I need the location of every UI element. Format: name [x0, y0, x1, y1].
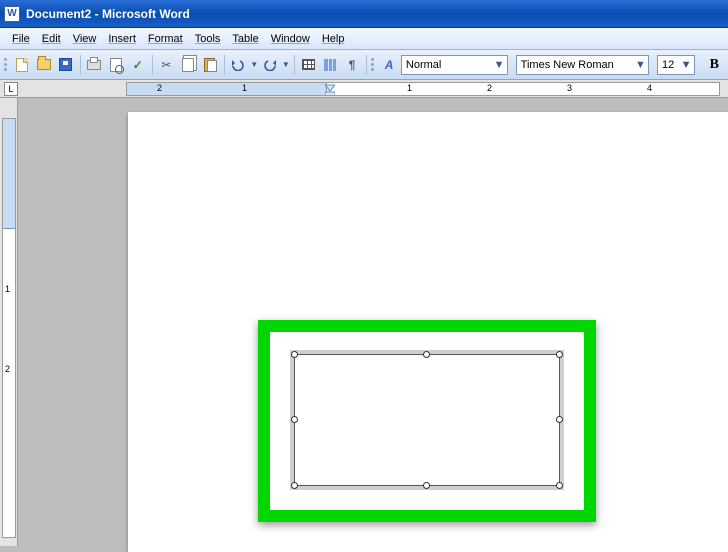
redo-arrow-icon — [263, 59, 277, 71]
word-app-icon: W — [4, 6, 20, 22]
folder-open-icon — [37, 59, 51, 70]
menu-window[interactable]: Window — [265, 33, 316, 45]
pilcrow-icon: ¶ — [349, 59, 356, 71]
scissors-icon: ✂ — [161, 59, 171, 71]
chevron-down-icon: ▼ — [493, 59, 505, 71]
new-document-icon — [16, 58, 28, 72]
resize-handle-bottom-left[interactable] — [291, 482, 298, 489]
first-line-indent-marker[interactable] — [325, 82, 333, 96]
toolbar: ✓ ✂ ▼ ▼ ¶ A Normal ▼ Times New Roman ▼ 1… — [0, 50, 728, 80]
selected-text-box[interactable] — [294, 354, 560, 486]
copy-button[interactable] — [178, 54, 198, 76]
toolbar-separator — [294, 55, 295, 75]
ruler-number: 3 — [567, 83, 572, 93]
open-button[interactable] — [34, 54, 54, 76]
ruler-number: 1 — [242, 83, 247, 93]
menu-format[interactable]: Format — [142, 33, 189, 45]
menu-edit[interactable]: Edit — [36, 33, 67, 45]
resize-handle-top-left[interactable] — [291, 351, 298, 358]
bold-button[interactable]: B — [704, 54, 724, 76]
menu-insert[interactable]: Insert — [102, 33, 142, 45]
redo-dropdown[interactable]: ▼ — [282, 60, 290, 69]
chevron-down-icon: ▼ — [680, 59, 692, 71]
horizontal-ruler-row: L 2 1 1 2 3 4 — [0, 80, 728, 98]
print-preview-button[interactable] — [106, 54, 126, 76]
show-formatting-button[interactable]: ¶ — [342, 54, 362, 76]
ruler-number: 2 — [487, 83, 492, 93]
menu-help[interactable]: Help — [316, 33, 351, 45]
columns-button[interactable] — [320, 54, 340, 76]
table-grid-icon — [302, 59, 315, 70]
columns-icon — [324, 59, 336, 71]
resize-handle-bottom-middle[interactable] — [423, 482, 430, 489]
tab-alignment-selector[interactable]: L — [4, 82, 18, 96]
cut-button[interactable]: ✂ — [157, 54, 177, 76]
ruler-number: 1 — [5, 284, 10, 294]
chevron-down-icon: ▼ — [634, 59, 646, 71]
toolbar-separator — [366, 55, 367, 75]
menu-view[interactable]: View — [67, 33, 103, 45]
toolbar-separator — [224, 55, 225, 75]
toolbar-grip-icon[interactable] — [371, 54, 375, 76]
document-workspace: 1 2 — [0, 98, 728, 546]
ruler-number: 2 — [157, 83, 162, 93]
font-size-selector[interactable]: 12 ▼ — [657, 55, 695, 75]
spellcheck-icon: ✓ — [133, 59, 143, 71]
paste-button[interactable] — [200, 54, 220, 76]
undo-arrow-icon — [231, 59, 245, 71]
printer-icon — [87, 60, 101, 70]
menu-tools[interactable]: Tools — [189, 33, 227, 45]
new-document-button[interactable] — [12, 54, 32, 76]
tutorial-highlight-frame — [258, 320, 596, 522]
ruler-number: 1 — [407, 83, 412, 93]
redo-button[interactable] — [260, 54, 280, 76]
page-magnifier-icon — [110, 58, 122, 72]
font-size-value: 12 — [662, 59, 680, 71]
save-button[interactable] — [56, 54, 76, 76]
vertical-ruler-column: 1 2 — [0, 98, 18, 546]
save-floppy-icon — [59, 58, 72, 71]
style-a-icon: A — [385, 59, 394, 71]
resize-handle-bottom-right[interactable] — [556, 482, 563, 489]
style-selector[interactable]: Normal ▼ — [401, 55, 508, 75]
ruler-top-margin — [3, 119, 15, 229]
resize-handle-middle-left[interactable] — [291, 416, 298, 423]
clipboard-icon — [204, 58, 215, 72]
menu-bar: File Edit View Insert Format Tools Table… — [0, 28, 728, 50]
resize-handle-top-middle[interactable] — [423, 351, 430, 358]
ruler-number: 2 — [5, 364, 10, 374]
insert-table-button[interactable] — [299, 54, 319, 76]
window-title: Document2 - Microsoft Word — [26, 7, 190, 21]
print-button[interactable] — [84, 54, 104, 76]
toolbar-grip-icon[interactable] — [4, 54, 8, 76]
style-selector-value: Normal — [406, 59, 493, 71]
horizontal-ruler[interactable]: 2 1 1 2 3 4 — [126, 82, 720, 96]
style-format-button[interactable]: A — [379, 54, 399, 76]
vertical-ruler[interactable]: 1 2 — [2, 118, 16, 538]
copy-pages-icon — [182, 58, 194, 72]
undo-dropdown[interactable]: ▼ — [250, 60, 258, 69]
resize-handle-middle-right[interactable] — [556, 416, 563, 423]
font-selector-value: Times New Roman — [521, 59, 635, 71]
spellcheck-button[interactable]: ✓ — [128, 54, 148, 76]
font-selector[interactable]: Times New Roman ▼ — [516, 55, 650, 75]
resize-handle-top-right[interactable] — [556, 351, 563, 358]
bold-b-icon: B — [710, 57, 719, 73]
menu-file[interactable]: File — [6, 33, 36, 45]
menu-table[interactable]: Table — [226, 33, 264, 45]
toolbar-separator — [152, 55, 153, 75]
title-bar: W Document2 - Microsoft Word — [0, 0, 728, 28]
undo-button[interactable] — [229, 54, 249, 76]
ruler-number: 4 — [647, 83, 652, 93]
toolbar-separator — [80, 55, 81, 75]
